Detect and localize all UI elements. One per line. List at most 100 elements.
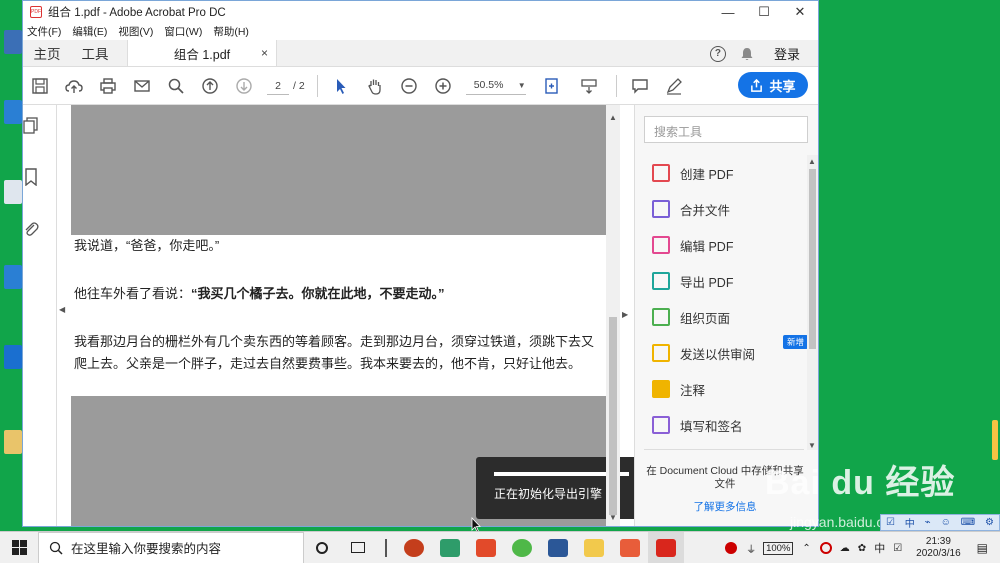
taskbar-app[interactable]	[504, 532, 540, 563]
scroll-thumb[interactable]	[809, 169, 816, 349]
task-view-button[interactable]	[340, 532, 376, 563]
ime-icon[interactable]: ☑	[886, 517, 895, 528]
ime-indicator[interactable]: 中	[874, 540, 885, 556]
page-display-button[interactable]	[532, 71, 572, 101]
tool-send-review[interactable]: 发送以供审阅 新增	[644, 335, 808, 371]
acrobat-window: PDF 组合 1.pdf - Adobe Acrobat Pro DC — ☐ …	[22, 0, 819, 533]
hand-tool-button[interactable]	[358, 71, 392, 101]
zoom-in-button[interactable]	[426, 71, 460, 101]
page-fit-icon	[544, 77, 558, 94]
document-view[interactable]: 我说道，“爸爸，你走吧。” 他往车外看了看说：“我买几个橘子去。你就在此地，不要…	[71, 105, 646, 533]
plug-icon[interactable]: ⏚	[746, 541, 756, 556]
desktop-icon[interactable]	[4, 345, 22, 369]
chevron-up-icon[interactable]: ⌃	[802, 543, 810, 554]
comment-button[interactable]	[623, 71, 657, 101]
tab-document[interactable]: 组合 1.pdf ×	[127, 40, 277, 66]
page-thumbnails-icon[interactable]	[23, 117, 39, 135]
ime-punct-icon[interactable]: ⌁	[925, 517, 931, 528]
email-button[interactable]	[125, 71, 159, 101]
notification-bell-icon[interactable]	[740, 47, 754, 61]
taskbar-app[interactable]	[468, 532, 504, 563]
upload-button[interactable]	[57, 71, 91, 101]
tray-app-icon[interactable]	[725, 542, 738, 554]
scroll-up-icon[interactable]: ▲	[609, 113, 617, 122]
scroll-thumb[interactable]	[609, 317, 617, 515]
minimize-button[interactable]: —	[710, 1, 746, 23]
ime-settings-icon[interactable]: ⚙	[985, 517, 994, 528]
print-icon	[100, 77, 116, 94]
desktop-icon[interactable]	[4, 430, 22, 454]
search-tools-input[interactable]: 搜索工具	[644, 116, 808, 143]
page-text-paragraph: 我看那边月台的栅栏外有几个卖东西的等着顾客。走到那边月台，须穿过铁道，须跳下去又…	[74, 334, 595, 371]
search-button[interactable]	[159, 71, 193, 101]
tray-app-icon[interactable]	[819, 542, 832, 554]
taskbar-app-acrobat[interactable]	[648, 531, 684, 563]
cloud-icon[interactable]: ☁	[840, 543, 850, 554]
login-button[interactable]: 登录	[774, 44, 800, 63]
taskbar-app[interactable]	[576, 532, 612, 563]
scroll-up-icon[interactable]: ▲	[808, 157, 816, 166]
app-icon	[620, 538, 640, 557]
desktop-icon[interactable]	[4, 265, 22, 289]
document-scrollbar[interactable]: ▲ ▼	[606, 105, 620, 526]
menu-window[interactable]: 窗口(W)	[164, 24, 202, 39]
menu-view[interactable]: 视图(V)	[118, 24, 153, 39]
battery-indicator[interactable]: 100%	[763, 541, 794, 555]
ime-mode[interactable]: 中	[905, 515, 915, 530]
start-button[interactable]	[0, 532, 38, 563]
scroll-down-icon[interactable]: ▼	[808, 441, 816, 450]
qq-icon[interactable]: ✿	[858, 543, 866, 554]
collapse-left-icon[interactable]: ◀	[59, 305, 65, 314]
page-number-input[interactable]: 2	[267, 77, 289, 95]
collapse-right-icon[interactable]: ▶	[622, 310, 628, 319]
desktop-icon[interactable]	[4, 30, 22, 54]
new-badge: 新增	[782, 335, 808, 349]
taskbar-app[interactable]	[432, 532, 468, 563]
tab-home[interactable]: 主页	[23, 40, 71, 66]
tab-close-icon[interactable]: ×	[261, 46, 268, 60]
cortana-button[interactable]	[304, 532, 340, 563]
clock[interactable]: 21:39 2020/3/16	[916, 536, 961, 560]
tool-combine-files[interactable]: 合并文件	[644, 191, 804, 227]
ime-toolbar[interactable]: ☑ 中 ⌁ ☺ ⌨ ⚙	[880, 514, 1000, 531]
tool-organize-pages[interactable]: 组织页面	[644, 299, 804, 335]
attachment-icon[interactable]	[23, 219, 39, 237]
taskbar-search-placeholder: 在这里输入你要搜索的内容	[71, 542, 222, 556]
share-button[interactable]: 共享	[738, 72, 808, 98]
ime-keyboard-icon[interactable]: ⌨	[961, 517, 975, 528]
menu-help[interactable]: 帮助(H)	[213, 24, 249, 39]
close-window-button[interactable]: ✕	[782, 1, 818, 23]
taskbar-app[interactable]	[612, 532, 648, 563]
tool-create-pdf[interactable]: 创建 PDF	[644, 155, 804, 191]
prev-page-button[interactable]	[193, 71, 227, 101]
notification-center-icon[interactable]: ▤	[977, 541, 988, 555]
select-tool-button[interactable]	[324, 71, 358, 101]
scroll-down-icon[interactable]: ▼	[609, 513, 617, 522]
next-page-button[interactable]	[227, 71, 261, 101]
taskbar-app[interactable]	[396, 532, 432, 563]
print-button[interactable]	[91, 71, 125, 101]
taskbar-app[interactable]	[540, 532, 576, 563]
tool-export-pdf[interactable]: 导出 PDF	[644, 263, 804, 299]
desktop-icon[interactable]	[4, 180, 22, 204]
taskbar-app[interactable]	[376, 532, 396, 563]
tool-edit-pdf[interactable]: 编辑 PDF	[644, 227, 804, 263]
save-button[interactable]	[23, 71, 57, 101]
desktop-icon[interactable]	[4, 100, 22, 124]
tool-fill-sign[interactable]: 填写和签名	[644, 407, 804, 443]
bookmark-icon[interactable]	[23, 168, 39, 187]
tools-scrollbar[interactable]: ▲ ▼	[807, 155, 818, 450]
taskbar-search-box[interactable]: 在这里输入你要搜索的内容	[38, 531, 304, 563]
sign-button[interactable]	[657, 71, 691, 101]
tool-comment[interactable]: 注释	[644, 371, 804, 407]
maximize-button[interactable]: ☐	[746, 1, 782, 23]
menu-file[interactable]: 文件(F)	[27, 24, 61, 39]
tab-tools[interactable]: 工具	[71, 40, 119, 66]
help-icon[interactable]: ?	[709, 45, 726, 62]
menu-edit[interactable]: 编辑(E)	[72, 24, 107, 39]
zoom-select[interactable]: 50.5% ▼	[465, 77, 526, 95]
ime-emoji-icon[interactable]: ☺	[941, 517, 951, 528]
zoom-out-button[interactable]	[392, 71, 426, 101]
checkbox-icon[interactable]: ☑	[893, 543, 902, 554]
scroll-mode-button[interactable]	[572, 71, 606, 101]
